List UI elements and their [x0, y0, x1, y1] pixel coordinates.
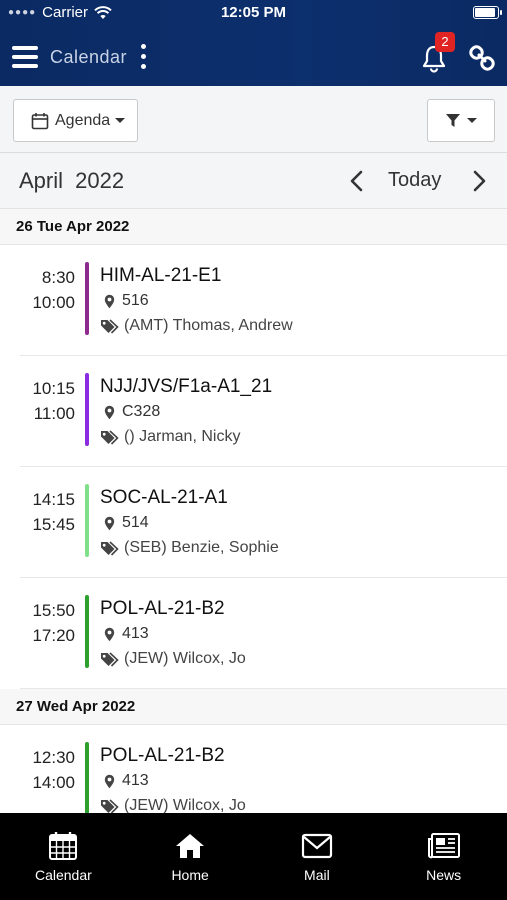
event-start-time: 8:30: [41, 268, 75, 287]
more-options-icon[interactable]: [138, 44, 148, 70]
event-times: 14:15 15:45: [20, 487, 75, 537]
event-title: NJJ/JVS/F1a-A1_21: [100, 376, 273, 397]
map-marker-icon: [104, 627, 115, 641]
event-end-time: 17:20: [32, 626, 75, 645]
toolbar: Agenda: [0, 86, 507, 153]
view-dropdown-button[interactable]: Agenda: [13, 99, 138, 142]
chevron-right-icon[interactable]: [467, 167, 491, 195]
event-location-text: 516: [122, 292, 149, 309]
view-label: Agenda: [55, 111, 111, 129]
bottom-tab-bar: Calendar Home Mail News: [0, 813, 507, 900]
newspaper-icon: [427, 833, 460, 859]
event-attendee: () Jarman, Nicky: [100, 428, 240, 446]
event-location-text: 514: [122, 514, 149, 531]
event-location: C328: [104, 403, 160, 421]
event-attendee-text: (SEB) Benzie, Sophie: [124, 539, 279, 556]
chevron-left-icon[interactable]: [345, 167, 369, 195]
nav-row: Calendar 2: [0, 32, 507, 78]
event-start-time: 14:15: [32, 490, 75, 509]
tags-icon: [101, 651, 119, 667]
event-times: 12:30 14:00: [20, 745, 75, 795]
mail-icon: [301, 833, 332, 859]
event-color-bar: [85, 742, 89, 813]
day-header: 27 Wed Apr 2022: [0, 689, 507, 725]
notification-badge: 2: [435, 32, 455, 52]
event-color-bar: [85, 484, 89, 557]
tab-label: Calendar: [34, 867, 92, 883]
event-location: 413: [104, 772, 149, 790]
agenda-event[interactable]: 14:15 15:45 SOC-AL-21-A1 514 (SEB) Benzie, S…: [20, 467, 507, 578]
event-location-text: C328: [122, 403, 161, 420]
tab-news[interactable]: News: [380, 813, 507, 900]
event-color-bar: [85, 595, 89, 668]
event-attendee-text: (JEW) Wilcox, Jo: [124, 650, 246, 667]
event-attendee: (SEB) Benzie, Sophie: [100, 539, 279, 557]
event-attendee-text: () Jarman, Nicky: [124, 428, 241, 445]
event-title: SOC-AL-21-A1: [100, 487, 228, 508]
event-title: POL-AL-21-B2: [100, 598, 225, 619]
tab-label: Home: [171, 867, 209, 883]
month-navigation: April 2022 Today: [0, 153, 507, 209]
link-icon[interactable]: [466, 42, 498, 74]
event-end-time: 11:00: [33, 404, 75, 423]
event-location: 516: [104, 292, 149, 310]
month-label: April 2022: [19, 168, 125, 193]
chevron-down-icon: [115, 118, 126, 123]
event-start-time: 12:30: [32, 748, 75, 767]
chevron-down-icon: [467, 118, 477, 123]
event-location-text: 413: [122, 772, 149, 789]
agenda-event[interactable]: 15:50 17:20 POL-AL-21-B2 413 (JEW) Wilcox, J…: [20, 578, 507, 689]
event-end-time: 10:00: [32, 293, 75, 312]
tab-label: Mail: [304, 867, 330, 883]
day-header: 26 Tue Apr 2022: [0, 209, 507, 245]
agenda-event[interactable]: 10:15 11:00 NJJ/JVS/F1a-A1_21 C328 () Jarman…: [20, 356, 507, 467]
event-attendee: (JEW) Wilcox, Jo: [100, 650, 246, 668]
event-color-bar: [85, 262, 89, 335]
battery-icon: [473, 6, 502, 19]
tags-icon: [101, 429, 119, 445]
event-attendee-text: (AMT) Thomas, Andrew: [124, 317, 293, 334]
event-location: 413: [104, 625, 149, 643]
map-marker-icon: [104, 405, 115, 419]
map-marker-icon: [104, 774, 115, 788]
tags-icon: [101, 540, 119, 556]
event-end-time: 14:00: [32, 773, 75, 792]
tags-icon: [101, 318, 119, 334]
agenda-event[interactable]: 8:30 10:00 HIM-AL-21-E1 516 (AMT) Thomas, An…: [20, 245, 507, 356]
tab-home[interactable]: Home: [127, 813, 254, 900]
event-attendee: (AMT) Thomas, Andrew: [100, 317, 293, 335]
tab-label: News: [426, 867, 462, 883]
event-attendee-text: (JEW) Wilcox, Jo: [124, 797, 246, 813]
map-marker-icon: [104, 516, 115, 530]
page-title: Calendar: [50, 47, 128, 67]
status-time: 12:05 PM: [220, 4, 287, 21]
event-times: 15:50 17:20: [20, 598, 75, 648]
filter-icon: [446, 114, 460, 127]
menu-icon[interactable]: [12, 46, 38, 68]
filter-button[interactable]: [427, 99, 495, 142]
home-icon: [176, 834, 205, 858]
map-marker-icon: [104, 294, 115, 308]
agenda-event[interactable]: 12:30 14:00 POL-AL-21-B2 413 (JEW) Wilcox, J…: [20, 725, 507, 813]
event-title: POL-AL-21-B2: [100, 745, 225, 766]
event-location-text: 413: [122, 625, 149, 642]
event-start-time: 10:15: [32, 379, 75, 398]
status-bar: ●●●● Carrier 12:05 PM: [0, 0, 507, 26]
today-button[interactable]: Today: [388, 169, 441, 192]
event-end-time: 15:45: [32, 515, 75, 534]
event-times: 8:30 10:00: [20, 265, 75, 315]
tags-icon: [101, 798, 119, 813]
tab-calendar[interactable]: Calendar: [0, 813, 127, 900]
app-header: ●●●● Carrier 12:05 PM Calendar 2: [0, 0, 507, 86]
tab-mail[interactable]: Mail: [254, 813, 381, 900]
event-times: 10:15 11:00: [20, 376, 75, 426]
event-start-time: 15:50: [32, 601, 75, 620]
calendar-icon: [49, 832, 78, 860]
calendar-small-icon: [31, 112, 49, 129]
event-location: 514: [104, 514, 149, 532]
event-color-bar: [85, 373, 89, 446]
event-attendee: (JEW) Wilcox, Jo: [100, 797, 246, 813]
agenda-list: 26 Tue Apr 2022 8:30 10:00 HIM-AL-21-E1 516 (…: [0, 209, 507, 813]
event-title: HIM-AL-21-E1: [100, 265, 222, 286]
